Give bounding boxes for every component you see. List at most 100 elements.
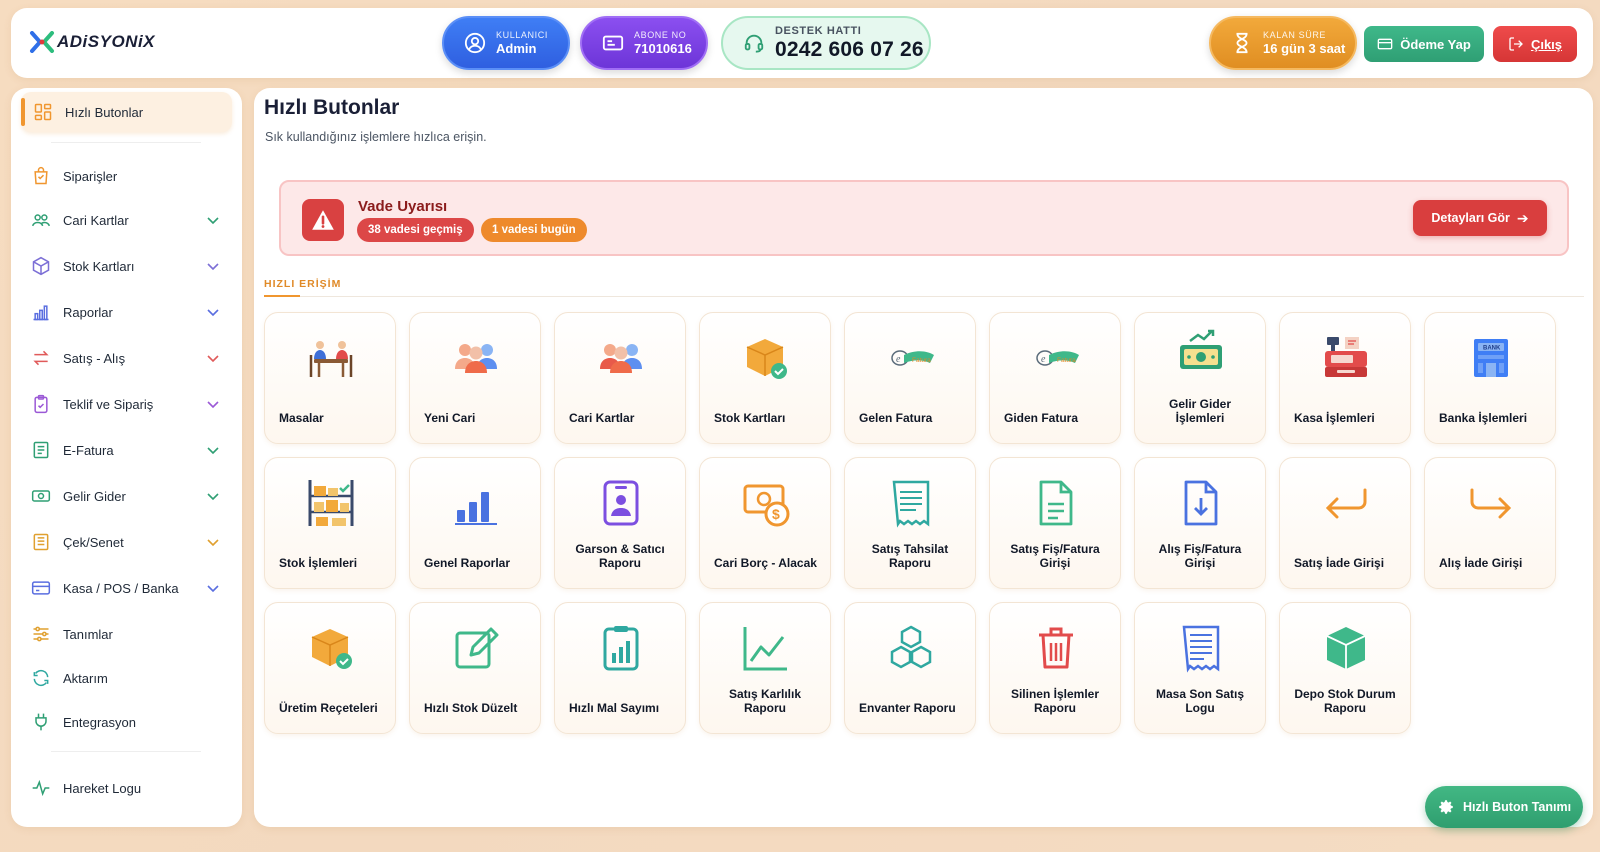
chevron-down-icon[interactable] [206, 489, 220, 503]
sidebar-item-label: Çek/Senet [63, 534, 124, 550]
users-group-icon [455, 344, 497, 373]
clipboard-chart-icon [603, 626, 639, 671]
tile-satis-iade[interactable]: Satış İade Girişi [1279, 457, 1411, 589]
sidebar-item-raporlar[interactable]: Raporlar [21, 294, 232, 330]
tile-alis-fis-fatura[interactable]: Alış Fiş/Fatura Girişi [1134, 457, 1266, 589]
tile-label: Genel Raporlar [424, 556, 511, 570]
tile-label: Alış Fiş/Fatura Girişi [1158, 542, 1242, 570]
tile-cari-borc-alacak[interactable]: $ Cari Borç - Alacak [699, 457, 831, 589]
time-label: KALAN SÜRE [1263, 30, 1327, 40]
tile-yeni-cari[interactable]: Yeni Cari [409, 312, 541, 444]
due-today-badge[interactable]: 1 vadesi bugün [481, 218, 587, 242]
table-people-icon [309, 341, 353, 377]
logo-text: ADiSYONiX [57, 32, 156, 51]
bar-chart-icon [455, 492, 497, 525]
id-badge-icon [603, 480, 639, 526]
hourglass-icon [1236, 32, 1248, 54]
support-pill[interactable]: DESTEK HATTI 0242 606 07 26 [721, 16, 931, 70]
plug-icon [35, 713, 47, 731]
page-title: Hızlı Butonlar [264, 96, 400, 119]
sidebar-item-e-fatura[interactable]: E-Fatura [21, 432, 232, 468]
chevron-down-icon[interactable] [206, 259, 220, 273]
tile-gelen-fatura[interactable]: e Fatura Gelen Fatura [844, 312, 976, 444]
sidebar-item-cek-senet[interactable]: Çek/Senet [21, 524, 232, 560]
sidebar-item-gelir-gider[interactable]: Gelir Gider [21, 478, 232, 514]
tile-label: Cari Borç - Alacak [714, 556, 817, 570]
money-trend-icon [1180, 329, 1222, 369]
sidebar-item-kasa-pos-banka[interactable]: Kasa / POS / Banka [21, 570, 232, 606]
sidebar-item-siparisler[interactable]: Siparişler [21, 158, 232, 194]
tile-gelir-gider[interactable]: Gelir Gider İşlemleri [1134, 312, 1266, 444]
cash-register-icon [1325, 337, 1367, 377]
quick-button-settings[interactable]: Hızlı Buton Tanımı [1425, 786, 1583, 828]
tile-uretim-receteleri[interactable]: Üretim Reçeteleri [264, 602, 396, 734]
credit-card-icon [31, 581, 51, 595]
tile-genel-raporlar[interactable]: Genel Raporlar [409, 457, 541, 589]
tile-alis-iade[interactable]: Alış İade Girişi [1424, 457, 1556, 589]
remaining-time-pill[interactable]: KALAN SÜRE 16 gün 3 saat [1209, 16, 1357, 70]
sidebar-item-entegrasyon[interactable]: Entegrasyon [21, 704, 232, 740]
chevron-down-icon[interactable] [206, 351, 220, 365]
pay-label: Ödeme Yap [1400, 36, 1471, 52]
tile-hizli-mal-sayimi[interactable]: Hızlı Mal Sayımı [554, 602, 686, 734]
tile-silinen-islemler[interactable]: Silinen İşlemler Raporu [989, 602, 1121, 734]
svg-text:BANK: BANK [1483, 346, 1501, 352]
clipboard-check-icon [34, 394, 48, 414]
svg-text:Fatura: Fatura [1057, 357, 1076, 364]
sidebar-item-tanimlar[interactable]: Tanımlar [21, 616, 232, 652]
details-button[interactable]: Detayları Gör ➔ [1413, 200, 1547, 236]
credit-card-icon [1377, 38, 1393, 50]
sidebar-item-satis-alis[interactable]: Satış - Alış [21, 340, 232, 376]
tile-label: Satış Fiş/Fatura Girişi [1010, 542, 1100, 570]
chevron-down-icon[interactable] [206, 443, 220, 457]
abone-value: 71010616 [634, 41, 692, 56]
tile-stok-kartlari[interactable]: Stok Kartları [699, 312, 831, 444]
chevron-down-icon[interactable] [206, 397, 220, 411]
user-pill[interactable]: KULLANICI Admin [442, 16, 570, 70]
sidebar-item-label: Entegrasyon [63, 714, 136, 730]
chevron-down-icon[interactable] [206, 213, 220, 227]
app-logo[interactable]: ADiSYONiX [29, 31, 155, 53]
overdue-badge[interactable]: 38 vadesi geçmiş [357, 218, 474, 242]
tile-envanter-raporu[interactable]: Envanter Raporu [844, 602, 976, 734]
tile-giden-fatura[interactable]: e Fatura Giden Fatura [989, 312, 1121, 444]
tile-satis-fis-fatura[interactable]: Satış Fiş/Fatura Girişi [989, 457, 1121, 589]
tile-hizli-stok-duzelt[interactable]: Hızlı Stok Düzelt [409, 602, 541, 734]
sidebar-divider [51, 751, 201, 752]
logout-icon [1509, 37, 1523, 51]
tile-depo-stok-durum[interactable]: Depo Stok Durum Raporu [1279, 602, 1411, 734]
chevron-down-icon[interactable] [206, 581, 220, 595]
chevron-down-icon[interactable] [206, 305, 220, 319]
tile-garson-satici-raporu[interactable]: Garson & Satıcı Raporu [554, 457, 686, 589]
user-label: KULLANICI [496, 30, 548, 40]
sidebar-item-hareket-logu[interactable]: Hareket Logu [21, 770, 232, 806]
tile-satis-tahsilat-raporu[interactable]: Satış Tahsilat Raporu [844, 457, 976, 589]
tile-masa-son-satis[interactable]: Masa Son Satış Logu [1134, 602, 1266, 734]
tile-banka-islemleri[interactable]: BANK Banka İşlemleri [1424, 312, 1556, 444]
sidebar-item-aktarim[interactable]: Aktarım [21, 660, 232, 696]
sidebar-item-stok-kartlari[interactable]: Stok Kartları [21, 248, 232, 284]
tile-label: Cari Kartlar [569, 411, 635, 425]
grid-icon [34, 103, 52, 121]
tile-kasa-islemleri[interactable]: Kasa İşlemleri [1279, 312, 1411, 444]
exit-button[interactable]: Çıkış [1493, 26, 1577, 62]
tile-satis-karlilik-raporu[interactable]: Satış Karlılık Raporu [699, 602, 831, 734]
tile-label: Giden Fatura [1004, 411, 1079, 425]
tile-masalar[interactable]: Masalar [264, 312, 396, 444]
sidebar-item-teklif-siparis[interactable]: Teklif ve Sipariş [21, 386, 232, 422]
abone-pill[interactable]: ABONE NO 71010616 [580, 16, 708, 70]
pay-button[interactable]: Ödeme Yap [1364, 26, 1484, 62]
sidebar-item-hizli-butonlar[interactable]: Hızlı Butonlar [21, 92, 232, 132]
page-subtitle: Sık kullandığınız işlemlere hızlıca eriş… [265, 130, 487, 144]
tile-label: Kasa İşlemleri [1294, 411, 1375, 425]
time-value: 16 gün 3 saat [1263, 41, 1346, 56]
chevron-down-icon[interactable] [206, 535, 220, 549]
sidebar-item-cari-kartlar[interactable]: Cari Kartlar [21, 202, 232, 238]
tile-stok-islemleri[interactable]: Stok İşlemleri [264, 457, 396, 589]
tile-label: Satış İade Girişi [1294, 556, 1385, 570]
shelf-boxes-icon [308, 480, 354, 526]
sidebar-item-label: Teklif ve Sipariş [63, 396, 154, 412]
tile-cari-kartlar[interactable]: Cari Kartlar [554, 312, 686, 444]
support-label: DESTEK HATTI [775, 24, 862, 37]
tile-label: Silinen İşlemler Raporu [1010, 687, 1100, 715]
